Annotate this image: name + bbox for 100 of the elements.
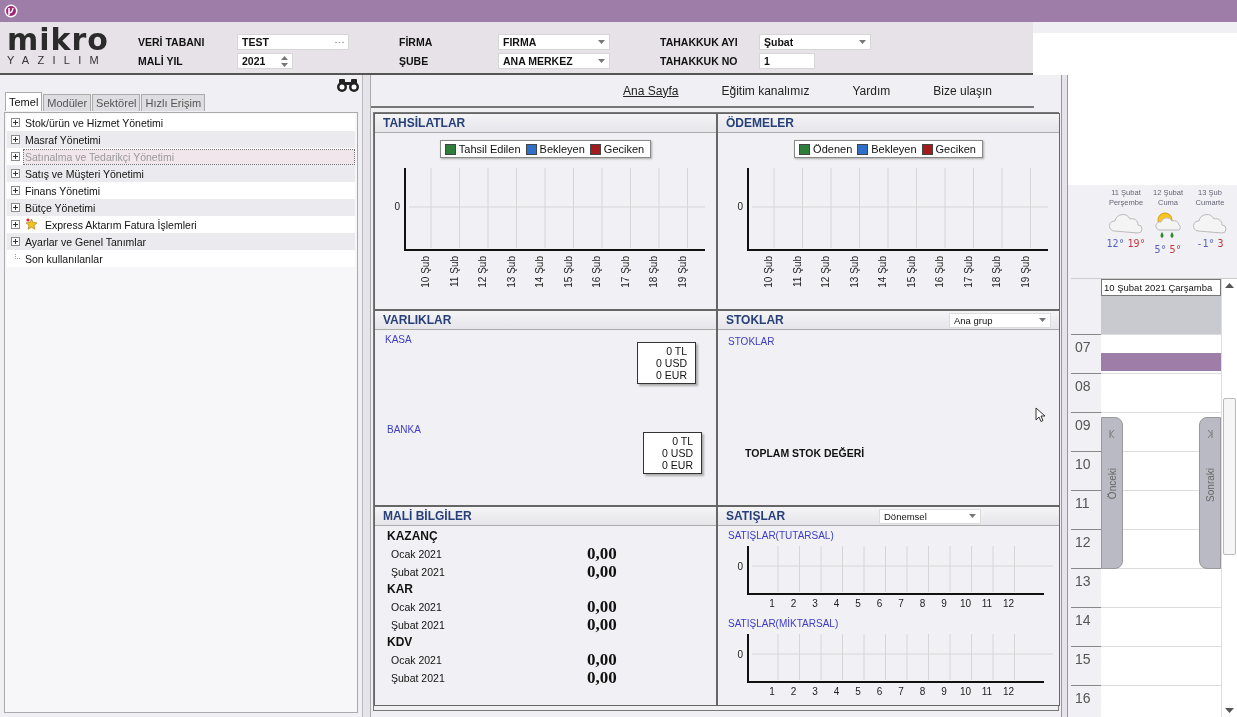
axis-label: 8 <box>919 598 926 609</box>
scroll-up-icon[interactable] <box>1225 283 1234 288</box>
nav-link[interactable]: Eğitim kanalımız <box>721 83 810 98</box>
axis-label: 6 <box>876 598 883 609</box>
panel-title: SATIŞLAR <box>726 509 786 523</box>
axis-label: 4 <box>833 598 840 609</box>
expand-icon[interactable] <box>11 203 20 212</box>
legend-label: Geciken <box>603 143 645 155</box>
axis-label: 10 <box>959 686 972 697</box>
axis-label: 11 <box>981 598 993 609</box>
dropdown[interactable]: Dönemsel <box>879 508 981 524</box>
high-temperature: 19° <box>1127 238 1146 249</box>
chart-title: SATIŞLAR(TUTARSAL) <box>728 530 835 543</box>
cloud-icon <box>1192 211 1228 235</box>
input-field[interactable]: TEST <box>237 34 349 50</box>
expand-icon[interactable] <box>11 169 20 178</box>
expand-icon[interactable] <box>11 220 20 229</box>
logo-wordmark: mikro <box>7 26 110 54</box>
dropdown[interactable]: FIRMA <box>498 34 610 50</box>
period-label: Şubat 2021 <box>391 619 446 631</box>
input-field[interactable]: 1 <box>759 53 815 69</box>
cursor-icon <box>1035 407 1045 422</box>
amount-value: 0 USD <box>656 357 687 369</box>
scroll-thumb[interactable] <box>1223 398 1236 555</box>
spin-field[interactable]: 2021 <box>237 53 293 69</box>
binoculars-icon[interactable] <box>336 78 360 92</box>
amount-value: 0,00 <box>587 615 617 635</box>
expand-icon[interactable] <box>11 118 20 127</box>
axis-label: 0 <box>737 561 743 572</box>
axis-label: 17 Şub <box>962 256 974 288</box>
axis-label: 14 Şub <box>534 256 545 288</box>
legend-label: Bekleyen <box>871 143 917 155</box>
amount-value: 0 EUR <box>662 459 693 471</box>
scroll-down-icon[interactable] <box>1225 708 1234 713</box>
chart-title: SATIŞLAR(MİKTARSAL) <box>728 618 840 631</box>
scrollbar[interactable] <box>1221 279 1237 717</box>
axis-label: 12 Şub <box>820 256 831 288</box>
axis-label: 7 <box>898 598 904 609</box>
axis-label: 0 <box>394 201 400 212</box>
low-temperature: -1° <box>1196 238 1215 249</box>
star-icon <box>25 218 38 231</box>
field-label: MALİ YIL <box>138 55 184 67</box>
sidebar-tab[interactable]: Hızlı Erişim <box>141 94 206 111</box>
axis-label: 10 Şub <box>420 256 431 288</box>
expand-icon[interactable] <box>11 152 20 161</box>
field-label: VERİ TABANI <box>138 36 206 48</box>
axis-label: 13 Şub <box>505 256 517 288</box>
axis-label: 2 <box>790 598 797 609</box>
field-label: FİRMA <box>399 36 434 48</box>
dropdown-arrow-icon <box>598 40 605 44</box>
axis-label: 2 <box>790 686 797 697</box>
spinner-icon <box>281 55 288 67</box>
panel-title: STOKLAR <box>726 313 784 327</box>
nav-link[interactable]: Bize ulaşın <box>933 83 992 98</box>
nav-link[interactable]: Yardım <box>852 83 891 98</box>
first-icon <box>1109 430 1115 438</box>
app-icon <box>4 4 18 18</box>
axis-label: 7 <box>898 686 904 697</box>
expand-icon[interactable] <box>11 237 20 246</box>
panel-title: VARLIKLAR <box>383 313 452 327</box>
axis-label: 1 <box>769 598 775 609</box>
axis-label: 9 <box>941 598 947 609</box>
axis-label: 6 <box>876 686 883 697</box>
expand-icon[interactable] <box>11 186 20 195</box>
panel-title: ÖDEMELER <box>726 116 794 130</box>
sidebar-tab[interactable]: Sektörel <box>92 94 141 111</box>
axis-label: 3 <box>812 598 818 609</box>
dropdown-arrow-icon <box>969 514 976 518</box>
axis-label: 5 <box>855 686 861 697</box>
axis-label: 16 Şub <box>934 256 945 288</box>
axis-label: 0 <box>737 201 743 212</box>
nav-link[interactable]: Ana Sayfa <box>623 83 679 98</box>
amount-value: 0,00 <box>587 597 617 617</box>
axis-label: 18 Şub <box>648 256 659 288</box>
amount-value: 0 TL <box>666 345 687 357</box>
legend-label: Tahsil Edilen <box>458 143 521 155</box>
axis-label: 12 Şub <box>477 256 488 288</box>
group-title: KDV <box>387 634 414 651</box>
low-temperature: 5° <box>1154 244 1167 255</box>
dropdown[interactable]: Ana grup <box>949 312 1051 328</box>
axis-label: 17 Şub <box>619 256 631 288</box>
dropdown[interactable]: ANA MERKEZ <box>498 53 610 69</box>
axis-label: 0 <box>737 649 743 660</box>
dropdown[interactable]: Şubat <box>759 34 871 50</box>
group-title: KAZANÇ <box>387 528 439 545</box>
axis-label: 18 Şub <box>991 256 1002 288</box>
amount-value: 0 EUR <box>656 369 687 381</box>
high-temperature: 5° <box>1169 244 1182 255</box>
axis-label: 12 <box>1002 686 1015 697</box>
total-label: TOPLAM STOK DEĞERİ <box>745 447 865 459</box>
logo-tagline: YAZILIM <box>7 54 109 67</box>
amount-value: 0,00 <box>587 544 617 564</box>
sidebar-tab[interactable]: Temel <box>5 92 43 111</box>
sidebar-tab[interactable]: Modüler <box>43 94 92 111</box>
section-label: STOKLAR <box>728 336 776 347</box>
expand-icon[interactable] <box>11 135 20 144</box>
axis-label: 3 <box>812 686 818 697</box>
legend-label: Ödenen <box>813 143 853 155</box>
amount-value: 0,00 <box>587 668 617 688</box>
field-label: TAHAKKUK NO <box>660 55 739 67</box>
